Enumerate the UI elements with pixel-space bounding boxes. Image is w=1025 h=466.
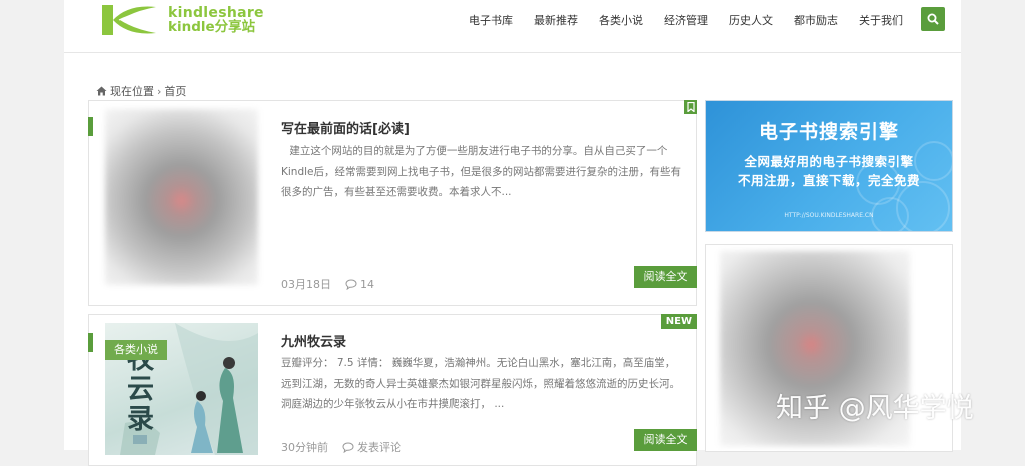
site-header: kindleshare kindle分享站 电子书库 最新推荐 各类小说 经济管… [64, 0, 961, 53]
ebook-search-ad-banner[interactable]: 电子书搜索引擎 全网最好用的电子书搜索引擎 不用注册，直接下载，完全免费 HTT… [705, 100, 953, 232]
bookmark-icon [686, 101, 695, 113]
article-title[interactable]: 九州牧云录 [281, 331, 346, 350]
nav-history[interactable]: 历史人文 [729, 12, 773, 28]
comment-link[interactable]: 发表评论 [342, 439, 401, 455]
article-date: 30分钟前 [281, 441, 328, 454]
logo-text: kindleshare kindle分享站 [168, 6, 264, 34]
breadcrumb-home-link[interactable]: 首页 [164, 83, 186, 99]
logo-line-1: kindleshare [168, 5, 264, 21]
ad-title: 电子书搜索引擎 [758, 121, 899, 143]
article-card: 写在最前面的话[必读] 建立这个网站的目的就是为了方便一些朋友进行电子书的分享。… [88, 100, 697, 306]
comment-count-value: 14 [360, 277, 374, 291]
card-accent-bar [88, 117, 93, 136]
logo-k-icon [102, 5, 156, 35]
zhihu-watermark: 知乎 @风华学悦 [776, 393, 974, 424]
home-icon [96, 86, 107, 96]
article-thumbnail[interactable]: 牧云录 各类小说 [105, 323, 258, 455]
article-card: 牧云录 各类小说 NEW 九州牧云录 豆瓣评分： 7.5 详情： 巍巍华夏，浩瀚… [88, 314, 697, 466]
comment-count[interactable]: 14 [345, 278, 374, 291]
category-tag[interactable]: 各类小说 [105, 340, 167, 360]
article-summary: 豆瓣评分： 7.5 详情： 巍巍华夏，浩瀚神州。无论白山黑水，塞北江南，高至庙堂… [281, 357, 680, 410]
search-icon [927, 13, 939, 25]
article-meta: 30分钟前 发表评论 [281, 439, 401, 455]
ad-subtitle-1: 全网最好用的电子书搜索引擎 [744, 154, 914, 169]
blurred-thumbnail-image [105, 109, 258, 285]
site-logo[interactable]: kindleshare kindle分享站 [98, 2, 278, 40]
article-meta: 03月18日 14 [281, 276, 374, 292]
logo-line-2: kindle分享站 [168, 19, 256, 35]
card-accent-bar [88, 333, 93, 352]
sticky-badge [684, 100, 697, 114]
comment-link-text: 发表评论 [357, 441, 401, 454]
nav-ebook-library[interactable]: 电子书库 [469, 12, 513, 28]
breadcrumb-label: 现在位置 [110, 85, 154, 98]
read-more-button[interactable]: 阅读全文 [634, 266, 697, 288]
article-title[interactable]: 写在最前面的话[必读] [281, 118, 410, 137]
article-thumbnail[interactable] [105, 109, 258, 285]
ad-subtitle-2: 不用注册，直接下载，完全免费 [737, 173, 920, 188]
nav-urban-inspiration[interactable]: 都市励志 [794, 12, 838, 28]
new-badge: NEW [660, 314, 697, 329]
nav-novels[interactable]: 各类小说 [599, 12, 643, 28]
comment-icon [342, 441, 354, 453]
comment-icon [345, 278, 357, 290]
article-date: 03月18日 [281, 278, 331, 291]
nav-latest-picks[interactable]: 最新推荐 [534, 12, 578, 28]
nav-about-us[interactable]: 关于我们 [859, 12, 903, 28]
read-more-button[interactable]: 阅读全文 [634, 429, 697, 451]
main-nav: 电子书库 最新推荐 各类小说 经济管理 历史人文 都市励志 关于我们 [448, 12, 903, 28]
ad-url: HTTP://SOU.KINDLESHARE.CN [784, 212, 874, 219]
page: kindleshare kindle分享站 电子书库 最新推荐 各类小说 经济管… [64, 0, 961, 466]
nav-economics[interactable]: 经济管理 [664, 12, 708, 28]
search-button[interactable] [921, 7, 945, 31]
breadcrumb: 现在位置 › 首页 [96, 83, 186, 99]
article-summary: 建立这个网站的目的就是为了方便一些朋友进行电子书的分享。自从自己买了一个Kind… [281, 145, 681, 198]
breadcrumb-separator: › [157, 84, 162, 98]
